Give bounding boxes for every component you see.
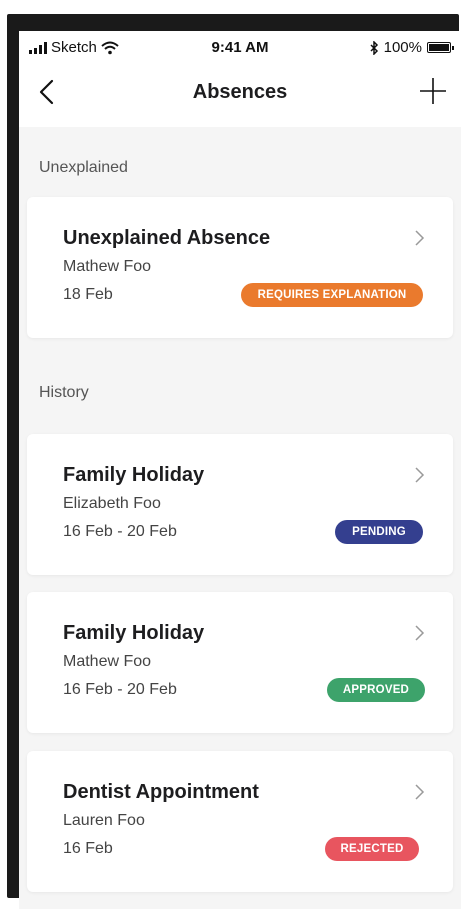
absence-card[interactable]: Dentist Appointment Lauren Foo 16 Feb RE… bbox=[27, 751, 453, 892]
chevron-right-icon bbox=[415, 784, 425, 800]
absence-title: Unexplained Absence bbox=[63, 227, 271, 249]
battery-icon bbox=[427, 42, 454, 53]
absence-date: 16 Feb - 20 Feb bbox=[63, 523, 177, 540]
absence-card[interactable]: Unexplained Absence Mathew Foo 18 Feb RE… bbox=[27, 197, 453, 338]
battery-percent: 100% bbox=[383, 39, 422, 56]
absence-student-name: Mathew Foo bbox=[63, 258, 152, 275]
absence-title: Family Holiday bbox=[63, 622, 205, 644]
absence-date: 16 Feb - 20 Feb bbox=[63, 681, 177, 698]
status-badge: REJECTED bbox=[325, 837, 419, 861]
absence-student-name: Lauren Foo bbox=[63, 812, 145, 829]
app-screen: Sketch 9:41 AM 100% Absences Unexplained… bbox=[19, 31, 461, 909]
bluetooth-icon bbox=[370, 40, 378, 55]
absence-student-name: Elizabeth Foo bbox=[63, 495, 161, 512]
section-label-unexplained: Unexplained bbox=[39, 159, 128, 176]
page-title: Absences bbox=[192, 81, 288, 103]
status-badge: REQUIRES EXPLANATION bbox=[241, 283, 423, 307]
status-bar: Sketch 9:41 AM 100% bbox=[19, 31, 461, 63]
status-badge: PENDING bbox=[335, 520, 423, 544]
top-bar: Sketch 9:41 AM 100% Absences bbox=[19, 31, 461, 127]
chevron-right-icon bbox=[415, 230, 425, 246]
absence-date: 16 Feb bbox=[63, 840, 113, 857]
chevron-right-icon bbox=[415, 467, 425, 483]
absence-card[interactable]: Family Holiday Mathew Foo 16 Feb - 20 Fe… bbox=[27, 592, 453, 733]
add-absence-button[interactable] bbox=[417, 75, 449, 107]
status-badge: APPROVED bbox=[327, 678, 425, 702]
device-frame: Sketch 9:41 AM 100% Absences Unexplained… bbox=[7, 14, 461, 909]
absence-date: 18 Feb bbox=[63, 286, 113, 303]
section-label-history: History bbox=[39, 384, 89, 401]
chevron-right-icon bbox=[415, 625, 425, 641]
absence-student-name: Mathew Foo bbox=[63, 653, 152, 670]
absence-title: Family Holiday bbox=[63, 464, 205, 486]
absence-card[interactable]: Family Holiday Elizabeth Foo 16 Feb - 20… bbox=[27, 434, 453, 575]
absence-title: Dentist Appointment bbox=[63, 781, 259, 803]
status-right: 100% bbox=[370, 39, 454, 56]
plus-icon bbox=[420, 78, 446, 104]
